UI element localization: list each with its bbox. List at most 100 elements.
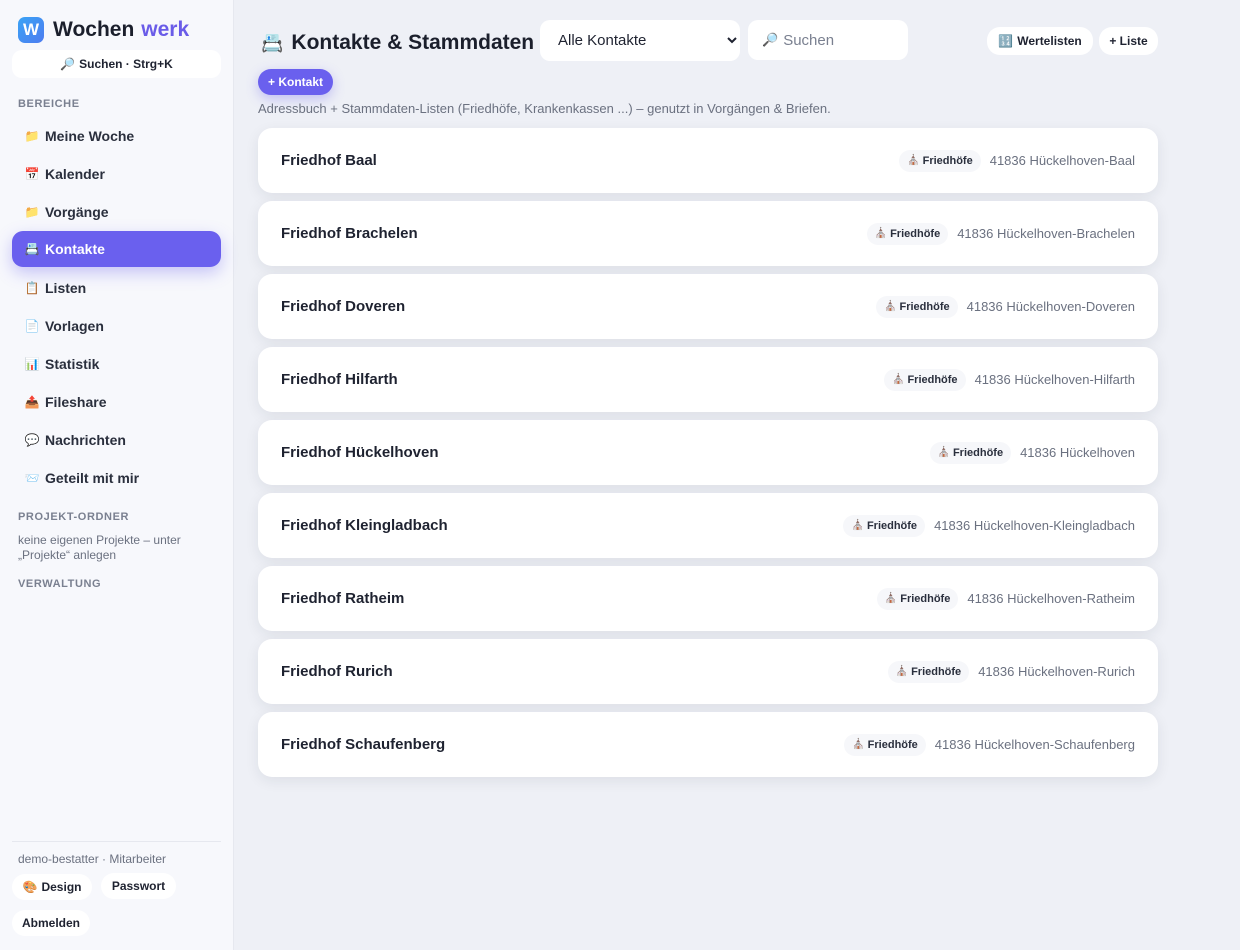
document-icon: 📄	[24, 319, 40, 333]
value-lists-button[interactable]: 🔢 Wertelisten	[987, 27, 1093, 55]
contact-meta: ⛪ Friedhöfe 41836 Hückelhoven-Kleingladba…	[843, 514, 1135, 537]
sidebar-item-kalender[interactable]: 📅 Kalender	[12, 156, 221, 192]
category-label: Friedhöfe	[899, 300, 950, 313]
category-badge: ⛪ Friedhöfe	[843, 514, 926, 537]
contact-name: Friedhof Doveren	[281, 298, 406, 315]
church-icon: ⛪	[851, 520, 864, 531]
sidebar-item-fileshare[interactable]: 📤 Fileshare	[12, 384, 221, 420]
category-label: Friedhöfe	[911, 665, 962, 678]
contact-list: Friedhof Baal ⛪ Friedhöfe 41836 Hückelhov…	[258, 128, 1158, 785]
global-search-button[interactable]: 🔎 Suchen · Strg+K	[12, 50, 221, 78]
category-badge: ⛪ Friedhöfe	[876, 295, 958, 318]
contact-name: Friedhof Kleingladbach	[281, 517, 448, 534]
sidebar-item-nachrichten[interactable]: 💬 Nachrichten	[12, 422, 221, 458]
category-label: Friedhöfe	[952, 446, 1004, 459]
contact-row[interactable]: Friedhof Hilfarth ⛪ Friedhöfe 41836 Hücke…	[258, 347, 1158, 412]
church-icon: ⛪	[895, 666, 909, 677]
contact-row[interactable]: Friedhof Rurich ⛪ Friedhöfe 41836 Hückelh…	[258, 639, 1158, 704]
contact-row[interactable]: Friedhof Kleingladbach ⛪ Friedhöfe 41836 …	[258, 493, 1158, 558]
outbox-tray-icon: 📤	[24, 395, 40, 409]
contact-filter-select[interactable]: Alle Kontakte	[540, 20, 740, 61]
category-label: Friedhöfe	[900, 592, 951, 605]
contact-name: Friedhof Hückelhoven	[281, 444, 439, 461]
add-contact-button[interactable]: + Kontakt	[258, 69, 333, 95]
category-badge: ⛪ Friedhöfe	[866, 222, 949, 245]
add-list-button[interactable]: + Liste	[1099, 27, 1158, 55]
contact-row[interactable]: Friedhof Brachelen ⛪ Friedhöfe 41836 Hück…	[258, 201, 1158, 266]
contact-meta: ⛪ Friedhöfe 41836 Hückelhoven-Rurich	[887, 660, 1135, 683]
church-icon: ⛪	[891, 374, 905, 385]
contact-row[interactable]: Friedhof Ratheim ⛪ Friedhöfe 41836 Hückel…	[258, 566, 1158, 631]
contact-name: Friedhof Rurich	[281, 663, 393, 680]
sidebar-item-kontakte[interactable]: 📇 Kontakte	[12, 231, 221, 267]
card-index-icon: 📇	[261, 32, 284, 53]
sidebar-item-vorlagen[interactable]: 📄 Vorlagen	[12, 308, 221, 344]
contact-city: 41836 Hückelhoven-Baal	[989, 153, 1135, 168]
section-label-projects: PROJEKT-ORDNER	[18, 511, 130, 523]
contact-row[interactable]: Friedhof Baal ⛪ Friedhöfe 41836 Hückelhov…	[258, 128, 1158, 193]
folder-icon: 📁	[24, 129, 40, 143]
page-title: 📇 Kontakte & Stammdaten	[261, 30, 534, 56]
category-label: Friedhöfe	[890, 227, 941, 240]
sidebar-item-label: Vorgänge	[45, 204, 109, 220]
envelope-icon: 📨	[24, 471, 40, 485]
add-list-label: + Liste	[1109, 34, 1148, 48]
contact-meta: ⛪ Friedhöfe 41836 Hückelhoven-Baal	[899, 149, 1135, 172]
contact-row[interactable]: Friedhof Schaufenberg ⛪ Friedhöfe 41836 H…	[258, 712, 1158, 777]
page-subtitle: Adressbuch + Stammdaten-Listen (Friedhöf…	[258, 101, 831, 116]
category-label: Friedhöfe	[907, 373, 958, 386]
contact-meta: ⛪ Friedhöfe 41836 Hückelhoven	[929, 441, 1135, 464]
clipboard-icon: 📋	[24, 281, 40, 295]
category-label: Friedhöfe	[867, 738, 918, 751]
church-icon: ⛪	[907, 155, 920, 166]
church-icon: ⛪	[874, 228, 888, 239]
contact-name: Friedhof Ratheim	[281, 590, 405, 607]
contact-city: 41836 Hückelhoven-Doveren	[966, 299, 1135, 314]
church-icon: ⛪	[852, 739, 865, 750]
global-search-label: Suchen · Strg+K	[79, 57, 173, 71]
contact-meta: ⛪ Friedhöfe 41836 Hückelhoven-Schaufenber…	[844, 733, 1135, 756]
category-label: Friedhöfe	[922, 154, 973, 167]
category-label: Friedhöfe	[866, 519, 918, 532]
sidebar-item-listen[interactable]: 📋 Listen	[12, 270, 221, 306]
contact-city: 41836 Hückelhoven-Schaufenberg	[934, 737, 1135, 752]
password-button[interactable]: Passwort	[101, 873, 176, 899]
sidebar-item-statistik[interactable]: 📊 Statistik	[12, 346, 221, 382]
contact-row[interactable]: Friedhof Hückelhoven ⛪ Friedhöfe 41836 Hü…	[258, 420, 1158, 485]
church-icon: ⛪	[937, 447, 950, 458]
search-input[interactable]	[783, 31, 894, 49]
section-label-admin: VERWALTUNG	[18, 578, 102, 590]
contact-name: Friedhof Hilfarth	[281, 371, 398, 388]
contact-meta: ⛪ Friedhöfe 41836 Hückelhoven-Ratheim	[876, 587, 1135, 610]
contact-meta: ⛪ Friedhöfe 41836 Hückelhoven-Brachelen	[866, 222, 1135, 245]
sidebar-item-label: Listen	[45, 280, 87, 296]
logout-button[interactable]: Abmelden	[12, 910, 90, 936]
sidebar-item-label: Geteilt mit mir	[45, 470, 140, 486]
contact-city: 41836 Hückelhoven-Kleingladbach	[934, 518, 1135, 533]
calendar-icon: 📅	[24, 167, 40, 181]
category-badge: ⛪ Friedhöfe	[883, 368, 966, 391]
contact-city: 41836 Hückelhoven-Rurich	[978, 664, 1135, 679]
sidebar-item-label: Vorlagen	[45, 318, 104, 334]
search-icon: 🔎	[762, 32, 779, 47]
projects-empty-text: keine eigenen Projekte – unter „Projekte…	[18, 533, 181, 562]
value-lists-label: Wertelisten	[1017, 34, 1082, 48]
sidebar-item-label: Nachrichten	[45, 432, 126, 448]
contact-city: 41836 Hückelhoven	[1020, 445, 1135, 460]
brand[interactable]: W Wochen werk	[18, 16, 189, 44]
section-label-areas: BEREICHE	[18, 98, 80, 110]
sidebar-item-vorgaenge[interactable]: 📁 Vorgänge	[12, 194, 221, 230]
contact-city: 41836 Hückelhoven-Ratheim	[967, 591, 1135, 606]
brand-name-part2: werk	[141, 18, 190, 41]
bar-chart-icon: 📊	[24, 357, 40, 371]
search-box[interactable]: 🔎	[748, 20, 908, 60]
sidebar-item-label: Statistik	[45, 356, 100, 372]
design-button[interactable]: 🎨 Design	[12, 874, 92, 900]
logo-icon: W	[18, 17, 44, 43]
contact-row[interactable]: Friedhof Doveren ⛪ Friedhöfe 41836 Hückel…	[258, 274, 1158, 339]
card-index-icon: 📇	[24, 242, 40, 256]
contact-name: Friedhof Baal	[281, 152, 377, 169]
sidebar-item-geteilt-mit-mir[interactable]: 📨 Geteilt mit mir	[12, 460, 221, 496]
sidebar-item-meine-woche[interactable]: 📁 Meine Woche	[12, 118, 221, 154]
category-badge: ⛪ Friedhöfe	[887, 660, 970, 683]
